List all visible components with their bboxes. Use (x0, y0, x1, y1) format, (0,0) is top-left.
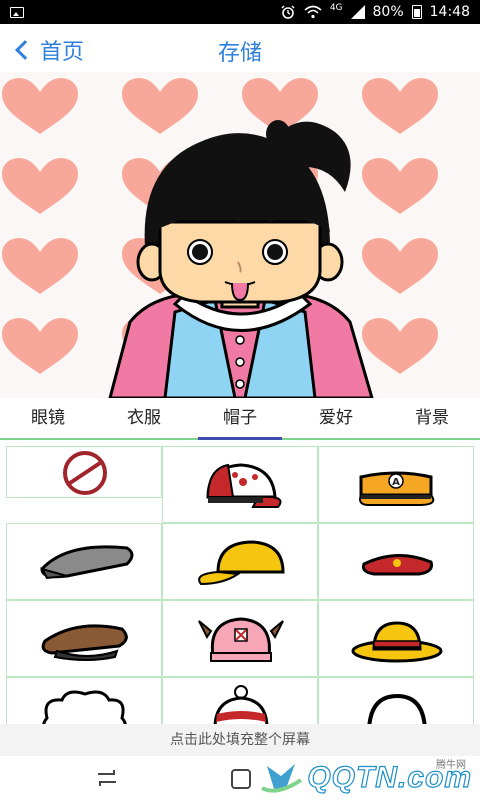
tab-hobbies[interactable]: 爱好 (288, 398, 384, 438)
flat-cap-icon (39, 545, 134, 580)
hat-item-10[interactable] (162, 677, 318, 728)
image-notification-icon (10, 6, 24, 18)
hat-item-5[interactable] (318, 523, 474, 600)
baseball-cap-icon (206, 463, 282, 508)
tab-hats[interactable]: 帽子 (192, 398, 288, 440)
tab-background[interactable]: 背景 (384, 398, 480, 438)
hat-item-8[interactable] (318, 600, 474, 677)
app-header: 首页 存储 (0, 24, 480, 72)
alarm-icon (281, 5, 295, 19)
beanie-icon (213, 685, 269, 728)
hat-item-11[interactable] (318, 677, 474, 728)
category-tabs: 眼镜 衣服 帽子 爱好 背景 (0, 398, 480, 440)
avatar-preview (0, 72, 480, 398)
tab-clothes[interactable]: 衣服 (96, 398, 192, 438)
hat-item-2[interactable]: A (318, 446, 474, 523)
home-icon[interactable] (230, 768, 252, 790)
tab-glasses[interactable]: 眼镜 (0, 398, 96, 438)
hat-item-7[interactable] (162, 600, 318, 677)
hat-none-item[interactable] (6, 446, 162, 498)
watermark-logo-icon (261, 764, 303, 793)
battery-icon (411, 5, 422, 19)
watermark: QQTN.com 腾牛网 (257, 758, 472, 798)
network-type: 4G (329, 3, 343, 13)
hat-item-9[interactable] (6, 677, 162, 728)
save-title-button[interactable]: 存储 (0, 35, 480, 67)
hat-item-3[interactable] (6, 523, 162, 600)
cap-letter: A (392, 477, 400, 488)
avatar-canvas (0, 72, 480, 398)
straw-hat-icon (351, 621, 443, 663)
battery-percent: 80% (372, 4, 404, 20)
signal-icon (350, 5, 365, 19)
watermark-small-text: 腾牛网 (436, 760, 466, 771)
recent-apps-icon[interactable] (96, 768, 118, 788)
yellow-cap-icon (198, 540, 285, 586)
fill-screen-button[interactable]: 点击此处填充整个屏幕 (0, 724, 480, 756)
clock: 14:48 (429, 4, 470, 20)
orange-cap-icon: A (359, 471, 435, 506)
headphones-icon (367, 693, 427, 728)
none-icon (63, 451, 107, 495)
newsboy-cap-icon (41, 624, 128, 661)
hat-item-4[interactable] (162, 523, 318, 600)
hat-item-6[interactable] (6, 600, 162, 677)
fluffy-hat-icon (42, 690, 127, 728)
hat-item-1[interactable] (162, 446, 318, 523)
hat-grid: A (6, 446, 474, 728)
wifi-icon (304, 5, 322, 19)
chopper-hat-icon (198, 617, 284, 662)
status-bar: 4G 80% 14:48 (0, 0, 480, 24)
red-beret-icon (362, 553, 433, 576)
